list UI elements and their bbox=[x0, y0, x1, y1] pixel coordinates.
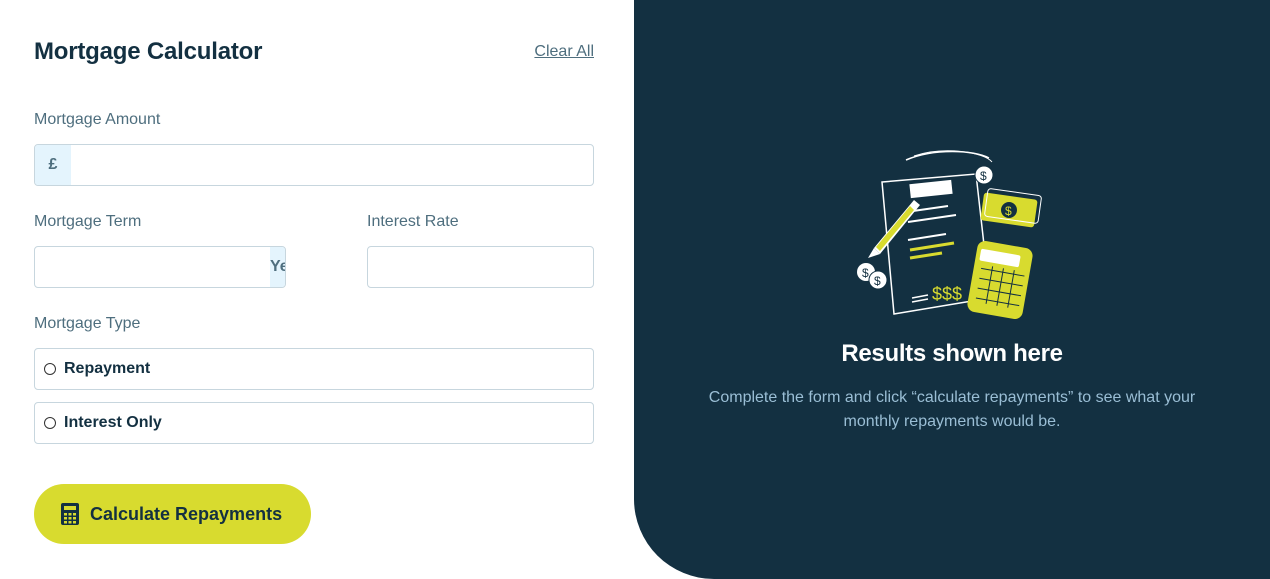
page-title: Mortgage Calculator bbox=[34, 38, 263, 65]
repayment-option[interactable]: Repayment bbox=[34, 348, 594, 390]
calculate-repayments-button[interactable]: Calculate Repayments bbox=[34, 484, 311, 544]
mortgage-amount-field: £ bbox=[34, 144, 594, 186]
calculator-icon bbox=[61, 503, 79, 525]
svg-text:$: $ bbox=[862, 266, 869, 280]
clear-all-link[interactable]: Clear All bbox=[534, 43, 594, 61]
empty-results-illustration: $$$ $ $ $ $ bbox=[857, 150, 1042, 320]
currency-prefix: £ bbox=[35, 145, 71, 185]
interest-only-option-label: Interest Only bbox=[64, 414, 162, 431]
mortgage-term-input[interactable] bbox=[35, 247, 270, 287]
mortgage-term-field: Years bbox=[34, 246, 286, 288]
calculate-repayments-label: Calculate Repayments bbox=[90, 503, 283, 524]
results-description: Complete the form and click “calculate r… bbox=[708, 389, 1196, 430]
years-suffix: Years bbox=[270, 247, 285, 287]
calculator-form-panel: Mortgage Calculator Clear All Mortgage A… bbox=[0, 0, 634, 579]
interest-rate-input[interactable] bbox=[368, 247, 593, 287]
svg-text:$: $ bbox=[980, 169, 987, 183]
mortgage-amount-input[interactable] bbox=[71, 145, 593, 185]
mortgage-term-label: Mortgage Term bbox=[34, 213, 142, 230]
interest-rate-label: Interest Rate bbox=[367, 213, 459, 230]
results-panel: $$$ $ $ $ $ Results shown here Complete … bbox=[634, 0, 1270, 579]
mortgage-amount-label: Mortgage Amount bbox=[34, 111, 161, 128]
svg-text:$$$: $$$ bbox=[932, 284, 962, 304]
mortgage-type-label: Mortgage Type bbox=[34, 315, 141, 332]
interest-only-option[interactable]: Interest Only bbox=[34, 402, 594, 444]
repayment-radio[interactable] bbox=[44, 363, 56, 375]
svg-text:$: $ bbox=[1005, 204, 1012, 218]
repayment-option-label: Repayment bbox=[64, 360, 151, 377]
interest-rate-field: % bbox=[367, 246, 594, 288]
svg-text:$: $ bbox=[874, 274, 881, 288]
results-title: Results shown here bbox=[841, 340, 1063, 367]
interest-only-radio[interactable] bbox=[44, 417, 56, 429]
